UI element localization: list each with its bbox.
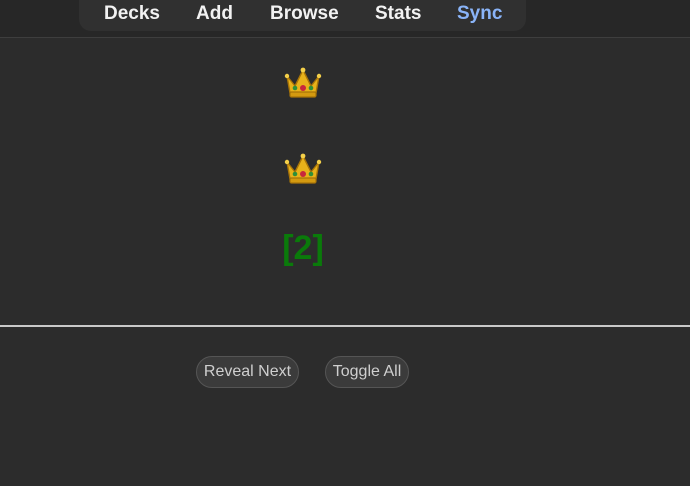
card-content bbox=[0, 38, 690, 325]
reveal-next-button[interactable]: Reveal Next bbox=[196, 356, 299, 388]
nav-stats[interactable]: Stats bbox=[375, 3, 421, 25]
nav-browse[interactable]: Browse bbox=[270, 3, 339, 25]
nav-add[interactable]: Add bbox=[196, 3, 233, 25]
divider bbox=[0, 325, 690, 327]
toggle-all-button[interactable]: Toggle All bbox=[325, 356, 409, 388]
cloze-number[interactable]: [2] bbox=[270, 229, 336, 268]
nav-sync[interactable]: Sync bbox=[457, 3, 502, 25]
crown-icon bbox=[284, 153, 322, 184]
nav-decks[interactable]: Decks bbox=[104, 3, 160, 25]
crown-icon bbox=[284, 67, 322, 98]
top-toolbar: Decks Add Browse Stats Sync bbox=[0, 0, 690, 38]
